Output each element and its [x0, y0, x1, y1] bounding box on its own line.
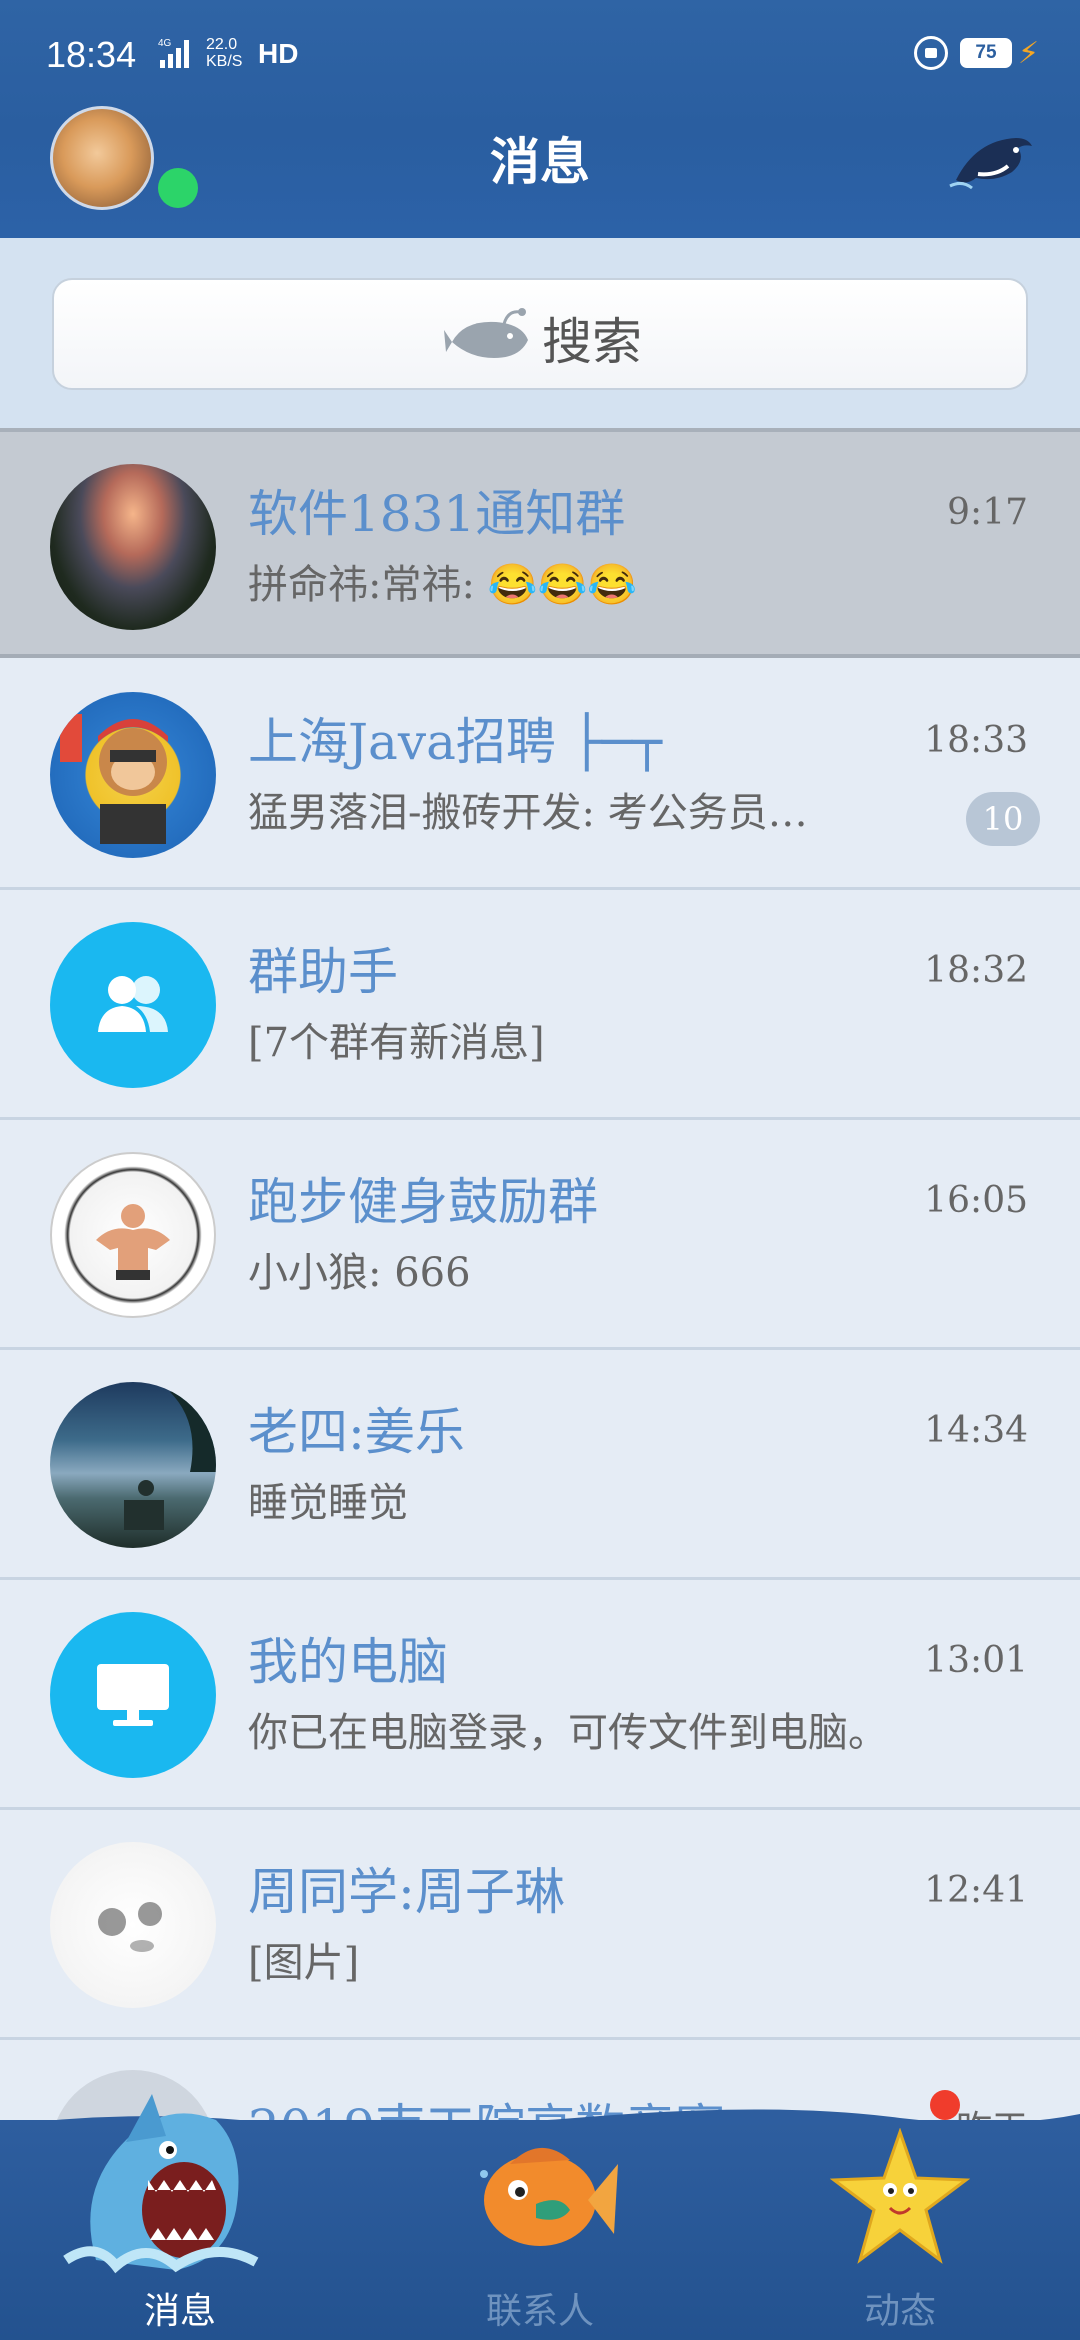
conversation-name: 群助手 — [248, 943, 398, 1001]
anglerfish-icon — [444, 308, 528, 358]
rotation-lock-icon — [914, 36, 948, 70]
battery-indicator: 75 — [960, 38, 1012, 68]
network-speed: 22.0 KB/S — [206, 36, 242, 70]
network-speed-unit: KB/S — [206, 53, 243, 70]
blurry-face-icon — [98, 1902, 162, 1952]
conversation-item[interactable]: 我的电脑 你已在电脑登录，可传文件到电脑。 13:01 — [0, 1580, 1080, 1810]
page-title: 消息 — [490, 133, 590, 191]
conversation-name: 周同学:周子琳 — [248, 1863, 565, 1921]
tab-label: 消息 — [143, 2291, 216, 2332]
bodybuilder-icon — [96, 1204, 170, 1280]
conversation-name: 软件1831通知群 — [248, 485, 626, 543]
lake-silhouette-icon — [124, 1382, 216, 1530]
conversation-item[interactable]: 周同学:周子琳 [图片] 12:41 — [0, 1810, 1080, 2040]
conversation-preview: 小小狼: 666 — [248, 1250, 471, 1296]
conversation-item[interactable]: 软件1831通知群 拼命祎:常祎: 😂😂😂 9:17 — [0, 428, 1080, 658]
search-placeholder: 搜索 — [542, 313, 642, 371]
conversation-time: 13:01 — [924, 1640, 1028, 1681]
conversation-preview: [图片] — [248, 1940, 360, 1986]
network-speed-value: 22.0 — [206, 36, 238, 53]
status-bar: 18:34 4G 22.0 KB/S HD 75 ⚡ — [0, 0, 1080, 108]
conversation-item[interactable]: 上海Java招聘 ├─┬ 猛男落泪-搬砖开发: 考公务员… 18:33 10 — [0, 660, 1080, 890]
charging-icon: ⚡ — [1018, 36, 1040, 71]
conversation-preview: 猛男落泪-搬砖开发: 考公务员… — [248, 790, 808, 836]
shark-icon — [63, 2094, 259, 2274]
hd-indicator: HD — [258, 38, 299, 69]
conversation-name: 老四:姜乐 — [248, 1403, 465, 1461]
conversation-name: 跑步健身鼓励群 — [248, 1173, 598, 1231]
search-input[interactable]: 搜索 — [52, 278, 1028, 390]
top-header: 18:34 4G 22.0 KB/S HD 75 ⚡ 消息 — [0, 0, 1080, 238]
signal-icon: 4G — [158, 38, 189, 68]
group-helper-icon — [98, 976, 168, 1032]
tab-moments[interactable]: 动态 — [720, 2120, 1080, 2340]
group-helper-avatar — [50, 922, 216, 1088]
conversation-time: 12:41 — [924, 1870, 1028, 1911]
monkey-programmer-icon — [60, 714, 168, 844]
search-area: 搜索 — [0, 238, 1080, 428]
conversation-time: 9:17 — [947, 492, 1028, 533]
tab-messages[interactable]: 消息 — [0, 2094, 360, 2340]
computer-monitor-icon — [97, 1664, 169, 1726]
conversation-time: 18:33 — [924, 720, 1028, 761]
conversation-item[interactable]: 群助手 [7个群有新消息] 18:32 — [0, 890, 1080, 1120]
tab-label: 联系人 — [485, 2291, 594, 2332]
fitness-logo-avatar — [50, 1152, 216, 1318]
tab-label: 动态 — [863, 2291, 936, 2332]
conversation-item[interactable]: 跑步健身鼓励群 小小狼: 666 16:05 — [0, 1120, 1080, 1350]
conversation-preview: 拼命祎:常祎: 😂😂😂 — [248, 562, 638, 608]
group-avatar — [50, 464, 216, 630]
tab-contacts[interactable]: 联系人 — [360, 2120, 720, 2340]
conversation-time: 16:05 — [924, 1180, 1028, 1221]
user-avatar — [50, 1382, 216, 1548]
conversation-name: 我的电脑 — [248, 1633, 448, 1691]
network-type: 4G — [158, 38, 172, 49]
conversation-time: 18:32 — [924, 950, 1028, 991]
group-avatar — [50, 692, 216, 858]
starfish-icon — [830, 2128, 970, 2264]
conversation-time: 14:34 — [924, 1410, 1028, 1451]
my-computer-avatar — [50, 1612, 216, 1778]
unread-dot — [930, 2090, 960, 2120]
dolphin-icon[interactable] — [946, 120, 1036, 200]
conversation-preview: [7个群有新消息] — [248, 1020, 545, 1066]
qq-messages-screen: 18:34 4G 22.0 KB/S HD 75 ⚡ 消息 搜索 软件1831通… — [0, 0, 1080, 2340]
conversation-preview: 你已在电脑登录，可传文件到电脑。 — [248, 1710, 888, 1756]
conversation-preview: 睡觉睡觉 — [248, 1480, 408, 1526]
conversation-name: 上海Java招聘 ├─┬ — [248, 713, 663, 771]
conversation-item[interactable]: 老四:姜乐 睡觉睡觉 14:34 — [0, 1350, 1080, 1580]
unread-badge: 10 — [966, 792, 1040, 846]
user-avatar — [50, 1842, 216, 2008]
status-time: 18:34 — [46, 34, 137, 75]
fish-icon — [480, 2147, 618, 2246]
